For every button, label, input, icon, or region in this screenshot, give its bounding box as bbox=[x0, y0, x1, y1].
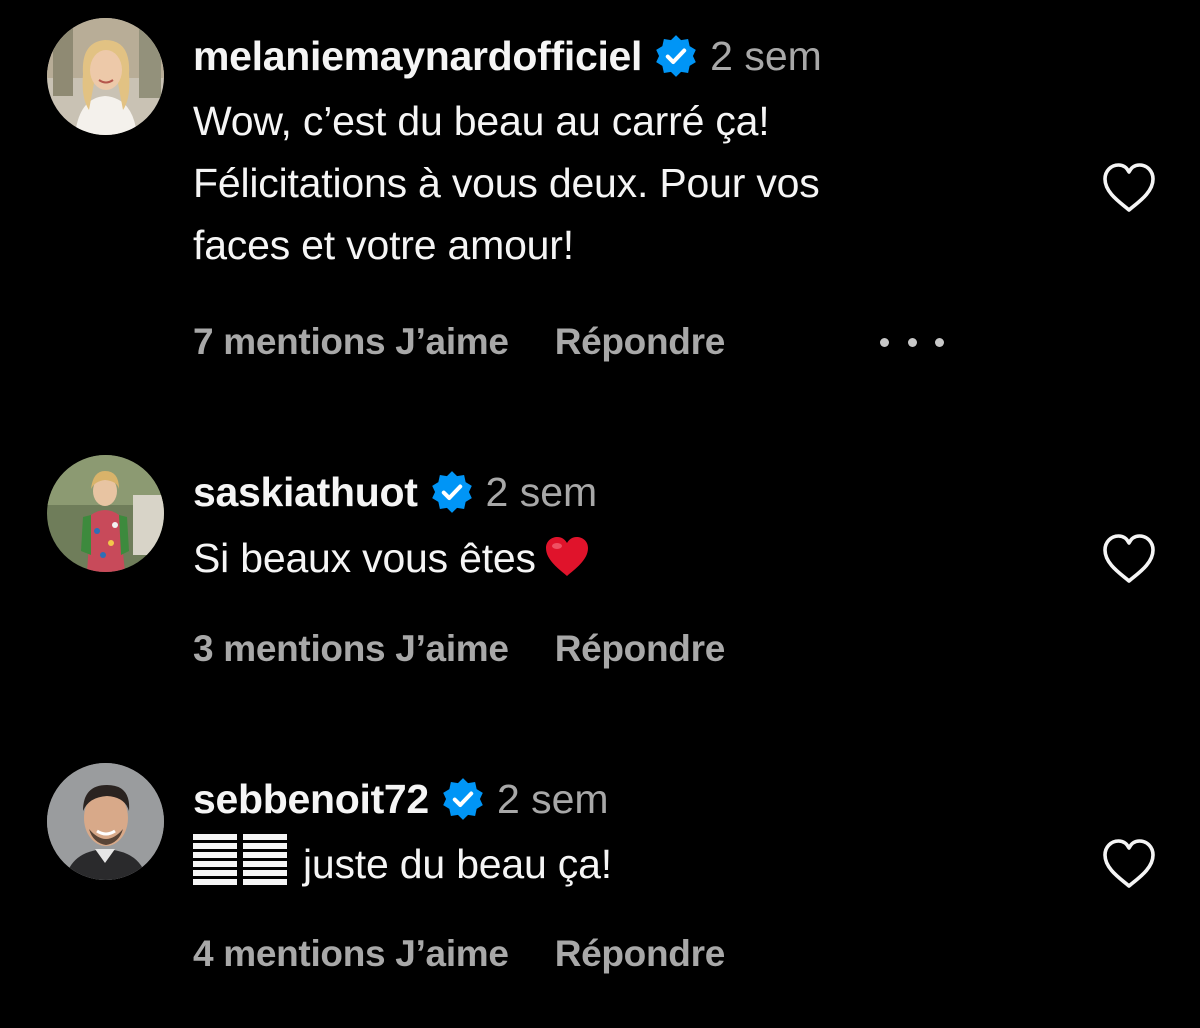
comment-text-line: Félicitations à vous deux. Pour vos bbox=[193, 160, 820, 206]
hexagram-glyph-icon bbox=[193, 832, 293, 886]
like-heart-icon[interactable] bbox=[1099, 836, 1159, 892]
comment-text-line: Si beaux vous êtes bbox=[193, 535, 536, 581]
comment-actions: 7 mentions J’aime Répondre bbox=[193, 317, 725, 367]
comment-text: Wow, c’est du beau au carré ça! Félicita… bbox=[193, 90, 973, 276]
more-dot-icon bbox=[880, 337, 889, 347]
username[interactable]: saskiathuot bbox=[193, 469, 418, 516]
comment-time: 2 sem bbox=[485, 468, 598, 515]
likes-count-link[interactable]: 7 mentions J’aime bbox=[193, 321, 509, 363]
reply-button[interactable]: Répondre bbox=[555, 321, 726, 363]
avatar[interactable] bbox=[47, 18, 164, 135]
comment-text: Si beaux vous êtes bbox=[193, 527, 973, 589]
reply-button[interactable]: Répondre bbox=[555, 628, 726, 670]
red-heart-emoji-icon bbox=[544, 536, 590, 578]
avatar[interactable] bbox=[47, 763, 164, 880]
comment-text: juste du beau ça! bbox=[193, 832, 973, 895]
comment-time: 2 sem bbox=[496, 775, 609, 822]
username[interactable]: melaniemaynardofficiel bbox=[193, 33, 642, 80]
avatar-photo-icon bbox=[47, 455, 164, 572]
like-heart-icon[interactable] bbox=[1099, 160, 1159, 216]
comment-text-line: faces et votre amour! bbox=[193, 222, 574, 268]
likes-count-link[interactable]: 3 mentions J’aime bbox=[193, 628, 509, 670]
comment-header: melaniemaynardofficiel 2 sem bbox=[193, 26, 822, 86]
verified-badge-icon bbox=[441, 777, 485, 821]
more-dot-icon bbox=[907, 337, 917, 347]
verified-badge-icon bbox=[430, 470, 474, 514]
verified-badge-icon bbox=[654, 34, 698, 78]
like-heart-icon[interactable] bbox=[1099, 531, 1159, 587]
avatar-photo-icon bbox=[47, 763, 164, 880]
avatar[interactable] bbox=[47, 455, 164, 572]
more-options-button[interactable] bbox=[880, 317, 944, 367]
comment-actions: 4 mentions J’aime Répondre bbox=[193, 929, 725, 979]
comment-text-line: Wow, c’est du beau au carré ça! bbox=[193, 98, 770, 144]
comment-header: sebbenoit72 2 sem bbox=[193, 769, 609, 829]
username[interactable]: sebbenoit72 bbox=[193, 776, 429, 823]
reply-button[interactable]: Répondre bbox=[555, 933, 726, 975]
likes-count-link[interactable]: 4 mentions J’aime bbox=[193, 933, 509, 975]
comment-time: 2 sem bbox=[710, 32, 822, 79]
more-dot-icon bbox=[935, 337, 944, 347]
comment-header: saskiathuot 2 sem bbox=[193, 462, 597, 522]
comment-text-line: juste du beau ça! bbox=[303, 841, 612, 887]
comment-actions: 3 mentions J’aime Répondre bbox=[193, 624, 725, 674]
avatar-photo-icon bbox=[47, 18, 164, 135]
